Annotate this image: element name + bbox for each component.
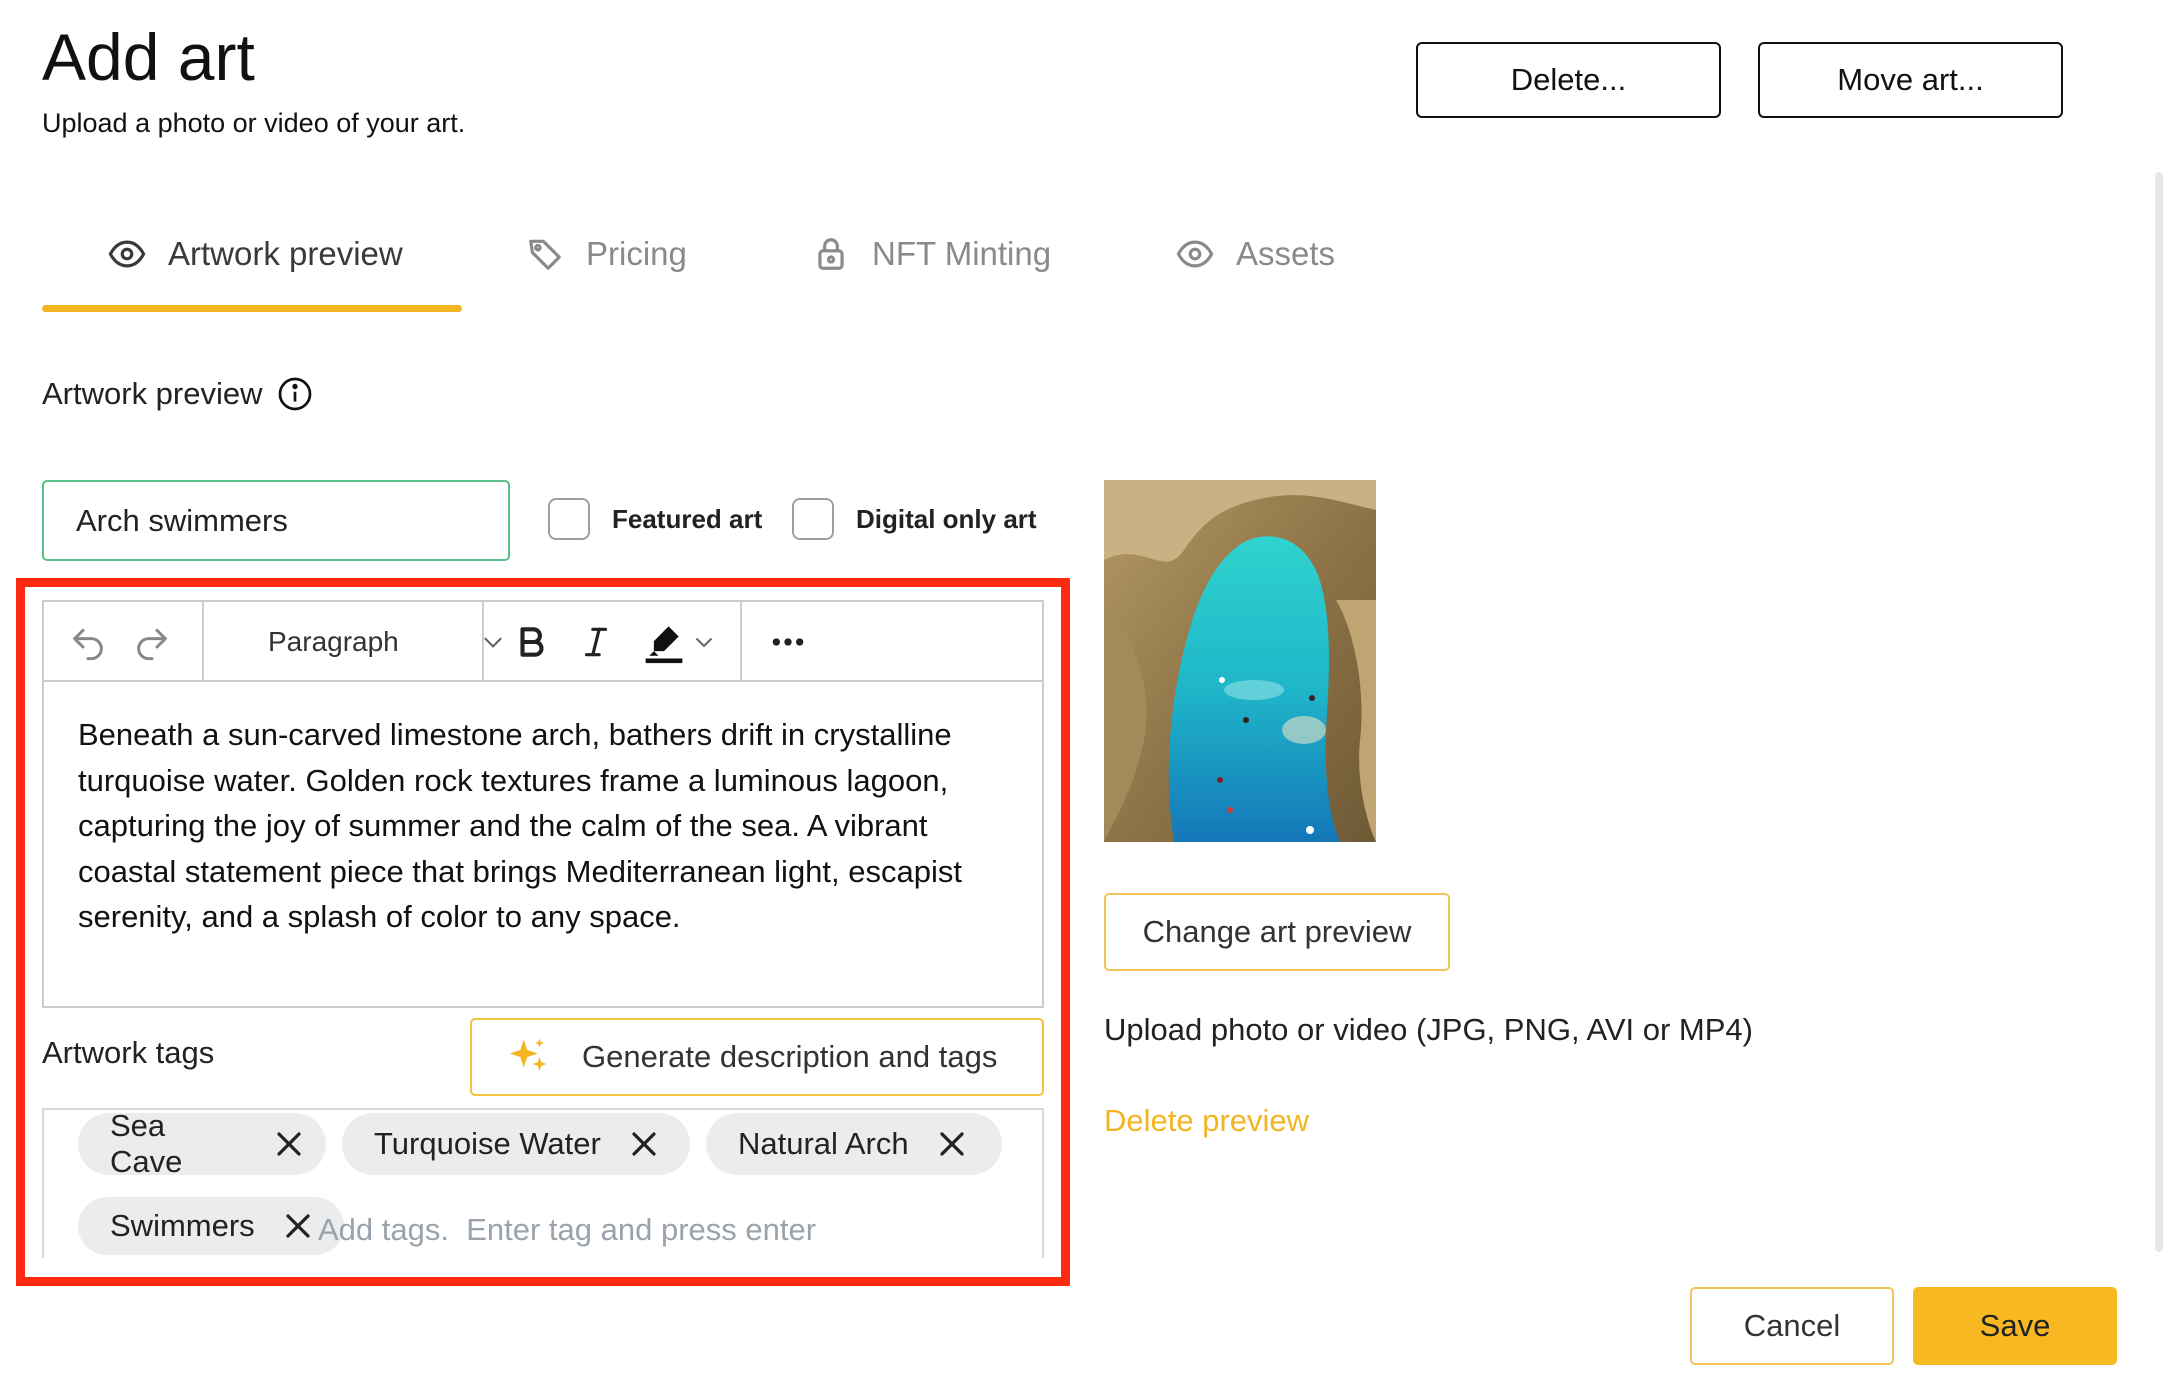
- cancel-button[interactable]: Cancel: [1690, 1287, 1894, 1365]
- tab-label: NFT Minting: [872, 235, 1052, 272]
- featured-art-label: Featured art: [612, 503, 763, 534]
- tab-pricing[interactable]: Pricing: [526, 226, 687, 282]
- digital-only-checkbox[interactable]: [792, 498, 834, 540]
- lock-icon: [812, 235, 850, 273]
- page-subtitle: Upload a photo or video of your art.: [42, 108, 466, 138]
- move-art-button[interactable]: Move art...: [1758, 42, 2063, 118]
- upload-hint-text: Upload photo or video (JPG, PNG, AVI or …: [1104, 1012, 1753, 1047]
- tab-label: Pricing: [586, 235, 687, 272]
- tag-icon: [526, 235, 564, 273]
- digital-only-label: Digital only art: [856, 503, 1037, 534]
- tab-nft-minting[interactable]: NFT Minting: [812, 226, 1051, 282]
- featured-art-checkbox-row[interactable]: Featured art: [548, 497, 762, 541]
- tab-label: Artwork preview: [168, 235, 403, 272]
- featured-art-checkbox[interactable]: [548, 498, 590, 540]
- scrollbar[interactable]: [2155, 172, 2163, 1252]
- eye-icon: [1176, 235, 1214, 273]
- delete-button[interactable]: Delete...: [1416, 42, 1721, 118]
- section-label: Artwork preview: [42, 376, 313, 412]
- save-button[interactable]: Save: [1913, 1287, 2117, 1365]
- art-title-input[interactable]: Arch swimmers: [42, 480, 510, 561]
- tab-assets[interactable]: Assets: [1176, 226, 1335, 282]
- digital-only-checkbox-row[interactable]: Digital only art: [792, 497, 1037, 541]
- highlight-frame: [16, 578, 1070, 1286]
- active-tab-indicator: [42, 305, 462, 312]
- tab-artwork-preview[interactable]: Artwork preview: [108, 226, 403, 282]
- tab-label: Assets: [1236, 235, 1336, 272]
- delete-preview-link[interactable]: Delete preview: [1104, 1103, 1309, 1139]
- eye-icon: [108, 235, 146, 273]
- info-icon[interactable]: [277, 376, 313, 412]
- section-label-text: Artwork preview: [42, 376, 263, 411]
- artwork-preview-image: [1104, 480, 1376, 842]
- page-title: Add art: [42, 20, 255, 94]
- change-art-preview-button[interactable]: Change art preview: [1104, 893, 1450, 971]
